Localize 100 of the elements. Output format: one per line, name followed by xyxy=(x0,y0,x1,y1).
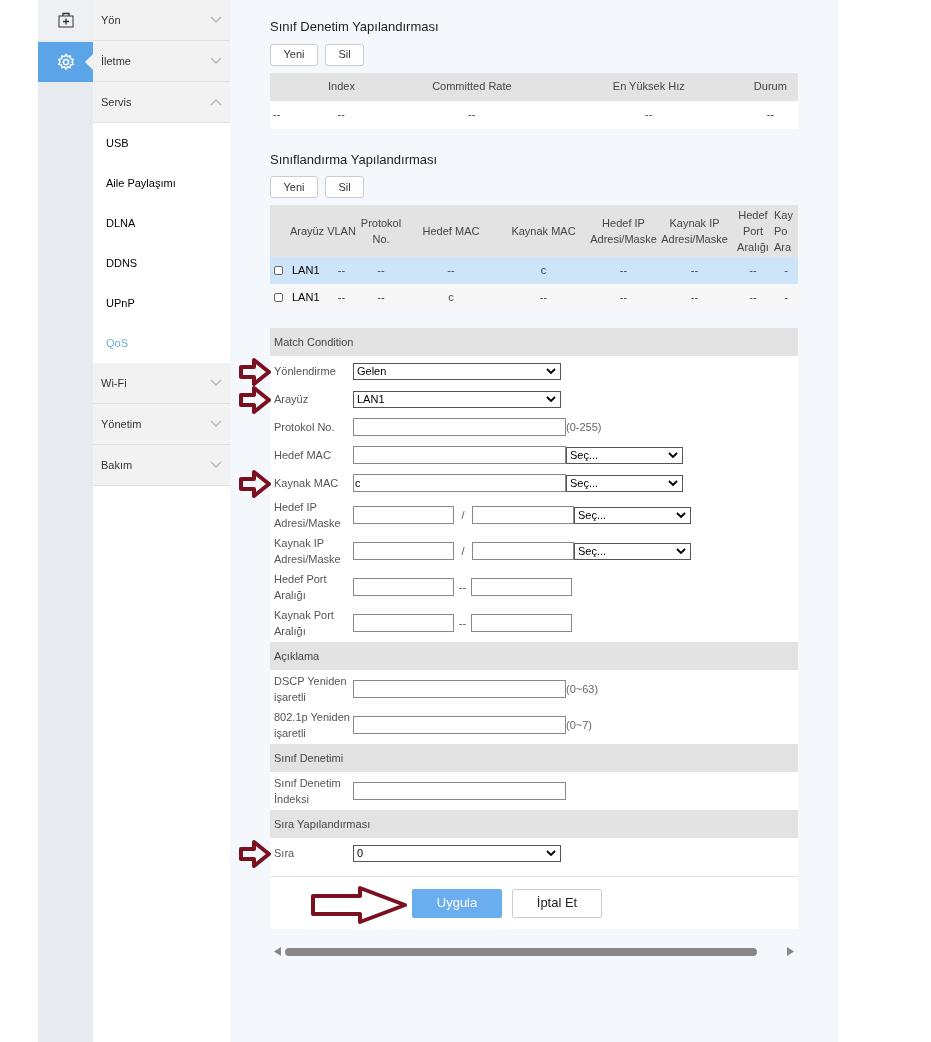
table-cell-text: -- xyxy=(748,290,758,306)
table-row[interactable]: LAN1 -- -- -- c -- -- -- - xyxy=(270,257,798,284)
table-cell-text: -- xyxy=(336,290,347,306)
field-label: Yönlendirme xyxy=(274,364,337,379)
column-header: Kaynak IP Adresi/Maske xyxy=(660,216,729,247)
toolbox-tab[interactable] xyxy=(38,0,93,40)
menu-item[interactable]: Yönetim xyxy=(93,404,230,445)
column-header: Arayüz xyxy=(288,224,326,239)
group-header: Açıklama xyxy=(270,642,798,670)
input-field[interactable] xyxy=(353,716,566,734)
dropdown[interactable]: Seç... xyxy=(566,446,683,464)
chevron-down-icon xyxy=(210,420,222,428)
table-cell-text: c xyxy=(447,290,455,306)
field-label: Sınıf Denetim İndeksi xyxy=(274,776,342,807)
chevron-down-icon xyxy=(668,451,678,459)
input-field[interactable] xyxy=(353,418,566,436)
column-header: VLAN xyxy=(326,224,357,239)
slash-separator: / xyxy=(460,507,466,523)
input-field[interactable] xyxy=(353,542,454,560)
settings-tab[interactable] xyxy=(38,42,93,82)
chevron-down-icon xyxy=(546,367,556,375)
table-cell-text: -- xyxy=(689,290,700,306)
pointer-notch-icon xyxy=(85,54,93,70)
input-field[interactable] xyxy=(472,542,574,560)
section-title: Sınıflandırma Yapılandırması xyxy=(270,150,439,169)
table-cell-text: -- xyxy=(618,290,629,306)
field-label: Hedef MAC xyxy=(274,448,332,463)
input-field[interactable] xyxy=(471,578,572,596)
field-label: Kaynak IP Adresi/Maske xyxy=(274,536,342,567)
chevron-up-icon xyxy=(210,98,222,106)
chevron-down-icon xyxy=(210,57,222,65)
toolbar-button[interactable]: Sil xyxy=(325,176,364,198)
column-header: Committed Rate xyxy=(431,79,513,95)
input-field[interactable] xyxy=(471,614,572,632)
menu-item[interactable]: Bakım xyxy=(93,445,230,486)
chevron-down-icon xyxy=(668,479,678,487)
table-cell-text: -- xyxy=(765,107,775,123)
dropdown[interactable]: Seç... xyxy=(566,474,683,492)
chevron-down-icon xyxy=(546,849,556,857)
table-cell-text: -- xyxy=(336,107,346,123)
table-cell-text: -- xyxy=(376,263,386,279)
dropdown[interactable]: Seç... xyxy=(574,542,691,560)
input-field[interactable] xyxy=(353,446,566,464)
column-header: Kaynak MAC xyxy=(510,224,577,239)
field-label: Protokol No. xyxy=(274,420,336,435)
toolbar-button[interactable]: Yeni xyxy=(270,43,318,66)
dropdown[interactable]: 0 xyxy=(353,844,561,862)
column-header: Hedef IP Adresi/Maske xyxy=(590,216,657,247)
group-header: Match Condition xyxy=(270,328,798,356)
scroll-right-icon[interactable] xyxy=(787,947,794,956)
dropdown[interactable]: Seç... xyxy=(574,506,691,524)
table-cell-text: -- xyxy=(748,263,758,279)
column-header: Protokol No. xyxy=(359,216,403,247)
group-header: Sıra Yapılandırması xyxy=(270,810,798,838)
field-label: 802.1p Yeniden işaretli xyxy=(274,710,351,741)
toolbox-icon xyxy=(57,12,74,28)
chevron-down-icon xyxy=(210,379,222,387)
toolbar-button[interactable]: Sil xyxy=(325,43,364,66)
menu-item[interactable]: Yön xyxy=(93,0,230,41)
cancel-button[interactable]: İptal Et xyxy=(512,888,602,918)
checkbox[interactable] xyxy=(274,266,283,275)
menu-item[interactable]: Servis xyxy=(93,82,230,123)
table-cell-text: -- xyxy=(273,107,282,123)
chevron-down-icon xyxy=(210,461,222,469)
field-label: DSCP Yeniden işaretli xyxy=(274,674,348,705)
menu-item[interactable]: Wi-Fi xyxy=(93,363,230,404)
table-cell-text: -- xyxy=(689,263,700,279)
range-hint: (0~63) xyxy=(566,681,599,697)
table-cell-text: -- xyxy=(336,263,347,279)
column-header: Durum xyxy=(752,79,788,95)
field-label: Hedef IP Adresi/Maske xyxy=(274,500,342,531)
field-label: Kaynak MAC xyxy=(274,476,340,491)
chevron-down-icon xyxy=(546,395,556,403)
input-field[interactable] xyxy=(472,506,574,524)
toolbar-button[interactable]: Yeni xyxy=(270,176,318,198)
checkbox[interactable] xyxy=(274,293,283,302)
input-field[interactable] xyxy=(353,614,454,632)
dropdown[interactable]: LAN1 xyxy=(353,390,561,408)
menu-item[interactable]: İletme xyxy=(93,41,230,82)
table-cell-text: LAN1 xyxy=(291,263,321,279)
input-field[interactable] xyxy=(353,680,566,698)
table-cell-text: LAN1 xyxy=(291,290,321,306)
table-cell-text: -- xyxy=(446,263,456,279)
chevron-down-icon xyxy=(676,511,686,519)
field-label: Hedef Port Aralığı xyxy=(274,572,328,603)
range-hint: (0-255) xyxy=(566,419,602,435)
table-row[interactable]: LAN1 -- -- c -- -- -- -- - xyxy=(270,284,798,311)
table-cell-text: -- xyxy=(467,107,477,123)
scrollbar-thumb[interactable] xyxy=(285,947,757,956)
table-cell-text: -- xyxy=(376,290,386,306)
table-cell-text: c xyxy=(539,263,548,279)
input-field[interactable] xyxy=(353,782,566,800)
input-field[interactable]: c xyxy=(353,474,566,492)
input-field[interactable] xyxy=(353,506,454,524)
scroll-left-icon[interactable] xyxy=(274,947,281,956)
dropdown[interactable]: Gelen xyxy=(353,362,561,380)
input-field[interactable] xyxy=(353,578,454,596)
range-separator: -- xyxy=(457,579,468,595)
field-label: Arayüz xyxy=(274,392,310,407)
column-header: En Yüksek Hız xyxy=(611,79,686,95)
